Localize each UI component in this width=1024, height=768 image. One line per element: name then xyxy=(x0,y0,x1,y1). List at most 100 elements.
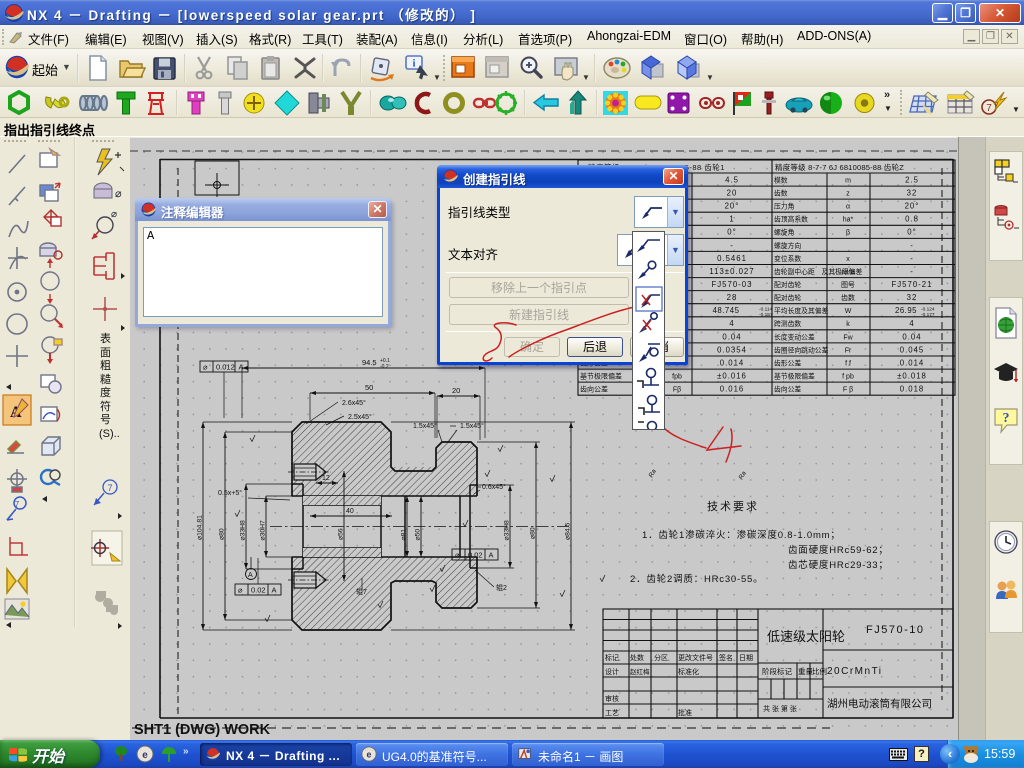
svg-text:50: 50 xyxy=(365,383,373,392)
svg-text:28: 28 xyxy=(727,293,738,302)
svg-text:0.02: 0.02 xyxy=(251,586,266,595)
svg-text:齿顶高系数: 齿顶高系数 xyxy=(774,215,808,224)
svg-text:1．齿轮1渗碳淬火：渗碳深度0.8-1.0mm；: 1．齿轮1渗碳淬火：渗碳深度0.8-1.0mm； xyxy=(642,529,841,541)
svg-text:⌀33H8: ⌀33H8 xyxy=(504,520,511,541)
svg-text:-: - xyxy=(910,267,914,276)
svg-text:-: - xyxy=(910,254,914,263)
svg-text:⌀: ⌀ xyxy=(203,363,208,372)
svg-text:齿圈径向跳动公差: 齿圈径向跳动公差 xyxy=(774,345,829,354)
svg-text:压力角: 压力角 xyxy=(774,202,794,211)
svg-text:1: 1 xyxy=(729,215,734,224)
svg-text:4: 4 xyxy=(729,319,734,328)
svg-text:7: 7 xyxy=(15,500,20,509)
svg-text:0°: 0° xyxy=(727,228,736,237)
svg-text:Fw: Fw xyxy=(843,334,853,341)
svg-text:⌀56: ⌀56 xyxy=(338,528,345,540)
svg-text:赵红梅: 赵红梅 xyxy=(630,667,650,676)
svg-text:32: 32 xyxy=(907,293,918,302)
svg-text:Fβ: Fβ xyxy=(673,387,681,394)
svg-text:Ra: Ra xyxy=(648,468,658,479)
svg-text:日期: 日期 xyxy=(739,654,753,662)
svg-text:⌀104.81: ⌀104.81 xyxy=(197,515,204,540)
svg-text:0.6x45°: 0.6x45° xyxy=(482,483,506,491)
svg-text:阶段标记: 阶段标记 xyxy=(762,666,792,676)
svg-text:α: α xyxy=(846,204,850,211)
svg-text:长度变动公差: 长度变动公差 xyxy=(774,332,815,341)
svg-text:0.5461: 0.5461 xyxy=(717,254,747,263)
svg-text:0.045: 0.045 xyxy=(900,345,925,354)
svg-text:比例: 比例 xyxy=(812,666,827,676)
svg-text:-0.114: -0.114 xyxy=(759,307,773,313)
svg-text:0.02: 0.02 xyxy=(468,551,483,560)
svg-text:-0.157: -0.157 xyxy=(759,312,773,318)
svg-text:4.5: 4.5 xyxy=(725,175,739,184)
svg-text:β: β xyxy=(846,230,850,237)
svg-text:20CrMnTi: 20CrMnTi xyxy=(827,666,883,677)
svg-text:A: A xyxy=(489,551,494,560)
svg-text:分区: 分区 xyxy=(654,653,668,662)
svg-text:配对齿轮: 配对齿轮 xyxy=(774,280,801,289)
svg-text:技术要求: 技术要求 xyxy=(707,500,759,513)
svg-text:0.04: 0.04 xyxy=(722,332,741,341)
svg-text:螺旋角: 螺旋角 xyxy=(774,228,794,237)
svg-text:1.5x45°: 1.5x45° xyxy=(413,422,437,430)
svg-text:12: 12 xyxy=(322,475,330,482)
svg-text:Fr: Fr xyxy=(845,347,852,354)
svg-text:-0.124: -0.124 xyxy=(921,307,935,313)
svg-text:低速级太阳轮: 低速级太阳轮 xyxy=(767,629,845,644)
svg-text:ha*: ha* xyxy=(843,217,854,224)
svg-text:FJ570-21: FJ570-21 xyxy=(892,280,933,289)
svg-text:齿向公差: 齿向公差 xyxy=(774,385,801,394)
svg-text:e: e xyxy=(367,750,372,760)
svg-text:1.5x45°: 1.5x45° xyxy=(460,422,484,430)
svg-text:螺旋方向: 螺旋方向 xyxy=(774,241,801,250)
svg-text:⌀: ⌀ xyxy=(238,586,243,595)
svg-text:⌀80: ⌀80 xyxy=(219,528,226,540)
svg-text:跨测齿数: 跨测齿数 xyxy=(774,319,801,328)
svg-text:W: W xyxy=(845,308,852,315)
svg-text:f pb: f pb xyxy=(842,374,854,381)
svg-text:20: 20 xyxy=(727,189,738,198)
svg-text:-0.177: -0.177 xyxy=(921,312,935,318)
svg-text:20: 20 xyxy=(452,386,460,395)
svg-text:变位系数: 变位系数 xyxy=(774,254,801,263)
svg-text:a±fa: a±fa xyxy=(841,269,855,276)
svg-text:113±0.027: 113±0.027 xyxy=(709,267,754,276)
svg-text:⌀33H8: ⌀33H8 xyxy=(240,520,247,541)
svg-text:Ra: Ra xyxy=(738,470,748,481)
svg-text:⌀80: ⌀80 xyxy=(530,527,537,539)
svg-text:40: 40 xyxy=(346,508,354,515)
svg-text:-: - xyxy=(910,241,914,250)
svg-text:A: A xyxy=(248,572,253,579)
svg-text:辊2: 辊2 xyxy=(496,583,507,592)
svg-text:m: m xyxy=(845,177,851,184)
svg-text:A: A xyxy=(272,586,277,595)
svg-text:26.95: 26.95 xyxy=(895,306,917,315)
svg-text:?: ? xyxy=(1003,411,1010,426)
svg-text:z: z xyxy=(846,191,850,198)
svg-text:模数: 模数 xyxy=(774,175,788,184)
svg-text:48.745: 48.745 xyxy=(713,306,740,315)
svg-text:湖州电动滚筒有限公司: 湖州电动滚筒有限公司 xyxy=(827,697,932,710)
svg-text:0.5x+5°: 0.5x+5° xyxy=(218,489,242,497)
svg-text:2．齿轮2调质：HRc30-55。: 2．齿轮2调质：HRc30-55。 xyxy=(630,573,763,585)
svg-text:平均长度及其偏差: 平均长度及其偏差 xyxy=(774,306,829,315)
svg-text:标记: 标记 xyxy=(605,653,619,662)
svg-text:FJ570-10: FJ570-10 xyxy=(866,624,924,636)
svg-text:FJ570-03: FJ570-03 xyxy=(712,280,753,289)
svg-text:⌀: ⌀ xyxy=(115,188,122,200)
svg-text:f f: f f xyxy=(845,360,851,367)
svg-text:⌀81: ⌀81 xyxy=(401,529,408,541)
svg-text:7: 7 xyxy=(107,483,112,493)
svg-text:0.014: 0.014 xyxy=(720,358,745,367)
svg-text:x: x xyxy=(846,256,850,263)
svg-text:齿数: 齿数 xyxy=(774,189,788,198)
svg-text:32: 32 xyxy=(907,189,918,198)
svg-text:⌀84.5: ⌀84.5 xyxy=(565,522,572,540)
svg-text:A: A xyxy=(239,363,244,372)
svg-text:⌀: ⌀ xyxy=(455,551,460,560)
svg-text:SHT1 (DWG) WORK: SHT1 (DWG) WORK xyxy=(134,722,271,738)
svg-text:更改文件号: 更改文件号 xyxy=(678,653,713,662)
svg-text:基节极限偏差: 基节极限偏差 xyxy=(580,372,622,381)
svg-text:20°: 20° xyxy=(905,202,920,211)
